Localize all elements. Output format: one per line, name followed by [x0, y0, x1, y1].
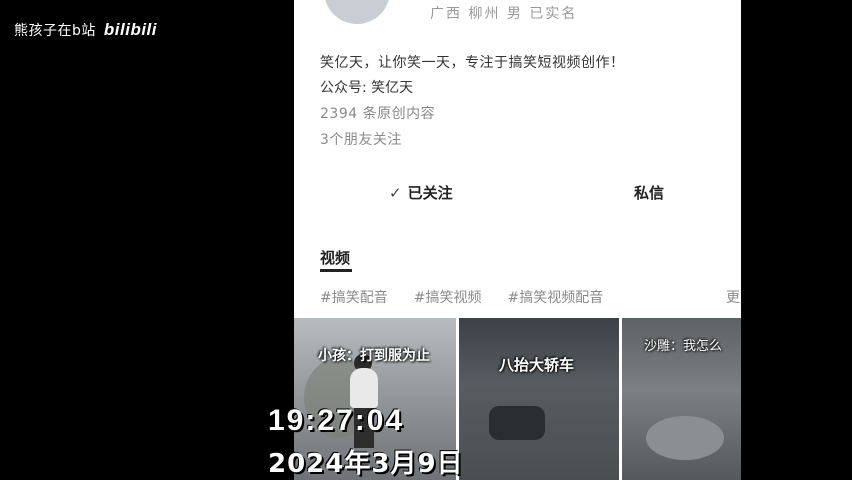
follow-button[interactable]: ✓ 已关注: [389, 182, 453, 203]
thumbnail-object: [646, 416, 724, 460]
profile-location: 广西 柳州 男 已实名: [430, 6, 578, 22]
thumbnail-figure-body: [350, 368, 378, 408]
video-caption: 小孩：打到服为止: [318, 348, 430, 364]
timestamp-date: 2024年3月9日: [268, 449, 464, 479]
tab-videos[interactable]: 视频: [320, 247, 350, 268]
bilibili-watermark: 熊孩子在b站 bilibili: [14, 20, 157, 40]
hashtag-item[interactable]: #搞笑视频: [414, 287, 482, 307]
watermark-text: 熊孩子在b站: [14, 23, 96, 39]
video-thumbnail[interactable]: 八抬大轿车: [459, 318, 619, 480]
hashtag-item[interactable]: #搞笑视频配音: [507, 287, 603, 307]
timestamp-time: 19:27:04: [268, 404, 405, 437]
hashtag-row: #搞笑配音 #搞笑视频 #搞笑视频配音: [320, 287, 603, 307]
video-caption: 沙雕：我怎么: [644, 339, 723, 354]
avatar[interactable]: [324, 0, 390, 24]
active-tab-indicator: [320, 269, 352, 272]
official-account: 公众号: 笑亿天: [320, 80, 414, 96]
check-icon: ✓: [389, 183, 402, 202]
video-thumbnail[interactable]: 沙雕：我怎么: [622, 318, 741, 480]
video-caption: 八抬大轿车: [499, 356, 575, 374]
bilibili-logo: bilibili: [103, 20, 157, 39]
friends-following[interactable]: 3个朋友关注: [320, 129, 402, 149]
message-button[interactable]: 私信: [634, 182, 664, 203]
follow-label: 已关注: [407, 184, 453, 202]
more-tags[interactable]: 更: [726, 287, 740, 307]
works-count[interactable]: 2394 条原创内容: [320, 103, 435, 123]
hashtag-item[interactable]: #搞笑配音: [320, 287, 388, 307]
profile-bio: 笑亿天，让你笑一天，专注于搞笑短视频创作！: [320, 55, 625, 71]
thumbnail-object: [489, 406, 545, 440]
